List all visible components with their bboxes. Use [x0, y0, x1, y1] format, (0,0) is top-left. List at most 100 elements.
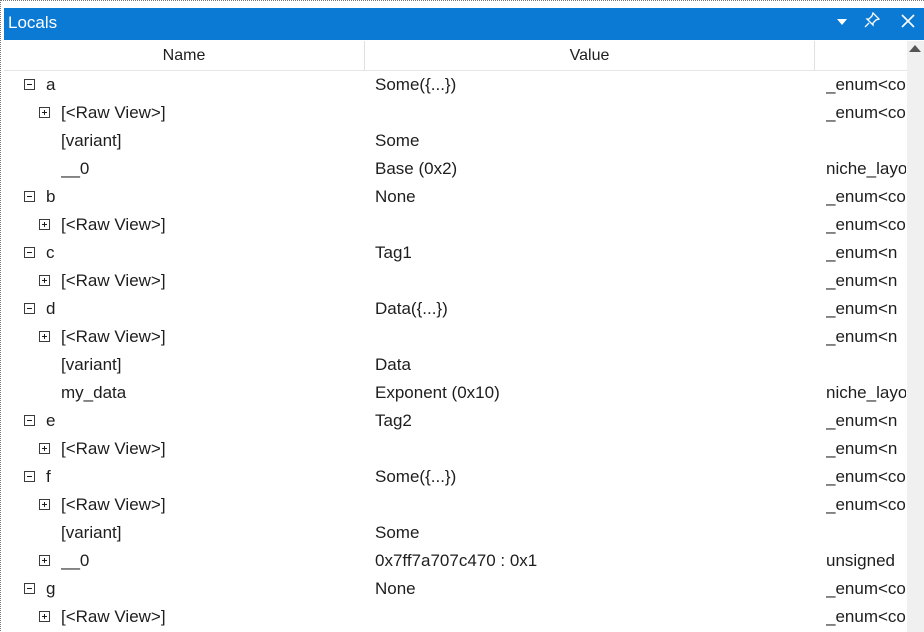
variable-value[interactable]: Some({...}): [375, 463, 810, 491]
variable-name: e: [46, 411, 56, 430]
expand-icon[interactable]: [39, 611, 50, 622]
tree-row[interactable]: [<Raw View>] _enum<co: [4, 491, 909, 519]
variable-value[interactable]: Base (0x2): [375, 155, 810, 183]
variable-type: _enum<n: [826, 411, 898, 430]
variable-name: f: [46, 467, 51, 486]
vertical-scrollbar[interactable]: [907, 41, 924, 632]
pin-icon[interactable]: [860, 11, 884, 36]
variable-type: _enum<n: [826, 271, 898, 290]
name-column-header[interactable]: Name: [4, 41, 364, 70]
tree-row[interactable]: [<Raw View>] _enum<co: [4, 211, 909, 239]
variable-value[interactable]: Some: [375, 519, 810, 547]
variable-value[interactable]: Tag1: [375, 239, 810, 267]
column-header: Name Value: [4, 41, 909, 71]
tree-row[interactable]: [<Raw View>] _enum<co: [4, 99, 909, 127]
variable-type: _enum<n: [826, 439, 898, 458]
variable-type: _enum<co: [826, 607, 906, 626]
expand-icon[interactable]: [39, 107, 50, 118]
variable-name: [<Raw View>]: [61, 607, 166, 626]
collapse-icon[interactable]: [24, 303, 35, 314]
variable-name: [<Raw View>]: [61, 495, 166, 514]
tree-row[interactable]: [<Raw View>] _enum<n: [4, 323, 909, 351]
variable-type: [826, 519, 906, 547]
variable-name: [<Raw View>]: [61, 439, 166, 458]
variable-type: _enum<n: [826, 299, 898, 318]
variable-type: _enum<co: [826, 187, 906, 206]
close-icon[interactable]: [896, 12, 920, 36]
tree-row[interactable]: d Data({...}) _enum<n: [4, 295, 909, 323]
variable-name: g: [46, 579, 56, 598]
expand-icon[interactable]: [39, 219, 50, 230]
variable-value[interactable]: Data: [375, 351, 810, 379]
variable-type: niche_layo: [826, 159, 906, 178]
tree-row[interactable]: b None _enum<co: [4, 183, 909, 211]
variable-value[interactable]: [375, 435, 810, 463]
variable-name: [variant]: [61, 523, 122, 542]
variable-type: niche_layo: [826, 383, 906, 402]
variable-name: [variant]: [61, 355, 122, 374]
expand-icon[interactable]: [39, 331, 50, 342]
variable-value[interactable]: Exponent (0x10): [375, 379, 810, 407]
variable-type: _enum<co: [826, 467, 906, 486]
variable-value[interactable]: Tag2: [375, 407, 810, 435]
variable-value[interactable]: 0x7ff7a707c470 : 0x1: [375, 547, 810, 575]
collapse-icon[interactable]: [24, 79, 35, 90]
variable-type: _enum<co: [826, 75, 906, 94]
tree-row[interactable]: __0 0x7ff7a707c470 : 0x1 unsigned: [4, 547, 909, 575]
tree-row[interactable]: __0 Base (0x2) niche_layo: [4, 155, 909, 183]
tree-row[interactable]: [variant] Data: [4, 351, 909, 379]
variable-type: [826, 127, 906, 155]
variable-value[interactable]: [375, 491, 810, 519]
expand-icon[interactable]: [39, 443, 50, 454]
expand-icon[interactable]: [39, 275, 50, 286]
title-bar: Locals: [4, 8, 924, 40]
tree-row[interactable]: g None _enum<co: [4, 575, 909, 603]
variable-value[interactable]: [375, 267, 810, 295]
variable-name: [<Raw View>]: [61, 215, 166, 234]
variable-type: _enum<n: [826, 327, 898, 346]
variable-name: [variant]: [61, 131, 122, 150]
variable-name: c: [46, 243, 55, 262]
variable-name: [<Raw View>]: [61, 327, 166, 346]
variable-type: _enum<co: [826, 495, 906, 514]
collapse-icon[interactable]: [24, 415, 35, 426]
variable-value[interactable]: Some: [375, 127, 810, 155]
tree-row[interactable]: f Some({...}) _enum<co: [4, 463, 909, 491]
expand-icon[interactable]: [39, 499, 50, 510]
tree-row[interactable]: my_data Exponent (0x10) niche_layo: [4, 379, 909, 407]
variable-type: _enum<co: [826, 579, 906, 598]
collapse-icon[interactable]: [24, 191, 35, 202]
variable-value[interactable]: Some({...}): [375, 71, 810, 99]
variable-value[interactable]: None: [375, 575, 810, 603]
tree-row[interactable]: [<Raw View>] _enum<n: [4, 267, 909, 295]
value-column-header[interactable]: Value: [365, 41, 814, 70]
variable-type: unsigned: [826, 551, 896, 570]
variable-name: my_data: [61, 383, 127, 402]
tree-row[interactable]: a Some({...}) _enum<co: [4, 71, 909, 99]
chevron-down-icon[interactable]: [830, 12, 854, 36]
tree-row[interactable]: [variant] Some: [4, 519, 909, 547]
expand-icon[interactable]: [39, 555, 50, 566]
tree-row[interactable]: e Tag2 _enum<n: [4, 407, 909, 435]
window-title: Locals: [8, 13, 58, 32]
variable-value[interactable]: [375, 211, 810, 239]
collapse-icon[interactable]: [24, 471, 35, 482]
variable-name: __0: [61, 159, 90, 178]
variable-type: _enum<n: [826, 243, 898, 262]
collapse-icon[interactable]: [24, 583, 35, 594]
variable-value[interactable]: [375, 99, 810, 127]
variable-name: a: [46, 75, 56, 94]
tree-row[interactable]: [variant] Some: [4, 127, 909, 155]
collapse-icon[interactable]: [24, 247, 35, 258]
tree-row[interactable]: [<Raw View>] _enum<n: [4, 435, 909, 463]
variable-value[interactable]: Data({...}): [375, 295, 810, 323]
variable-value[interactable]: None: [375, 183, 810, 211]
variable-value[interactable]: [375, 323, 810, 351]
variable-name: [<Raw View>]: [61, 103, 166, 122]
variable-value[interactable]: [375, 603, 810, 631]
type-column-header[interactable]: [815, 41, 909, 70]
tree-row[interactable]: c Tag1 _enum<n: [4, 239, 909, 267]
tree-row[interactable]: [<Raw View>] _enum<co: [4, 603, 909, 631]
locals-window: Locals Name Value a Some({...}) _enum<co [<…: [0, 0, 924, 632]
scroll-up-icon[interactable]: [909, 45, 921, 52]
